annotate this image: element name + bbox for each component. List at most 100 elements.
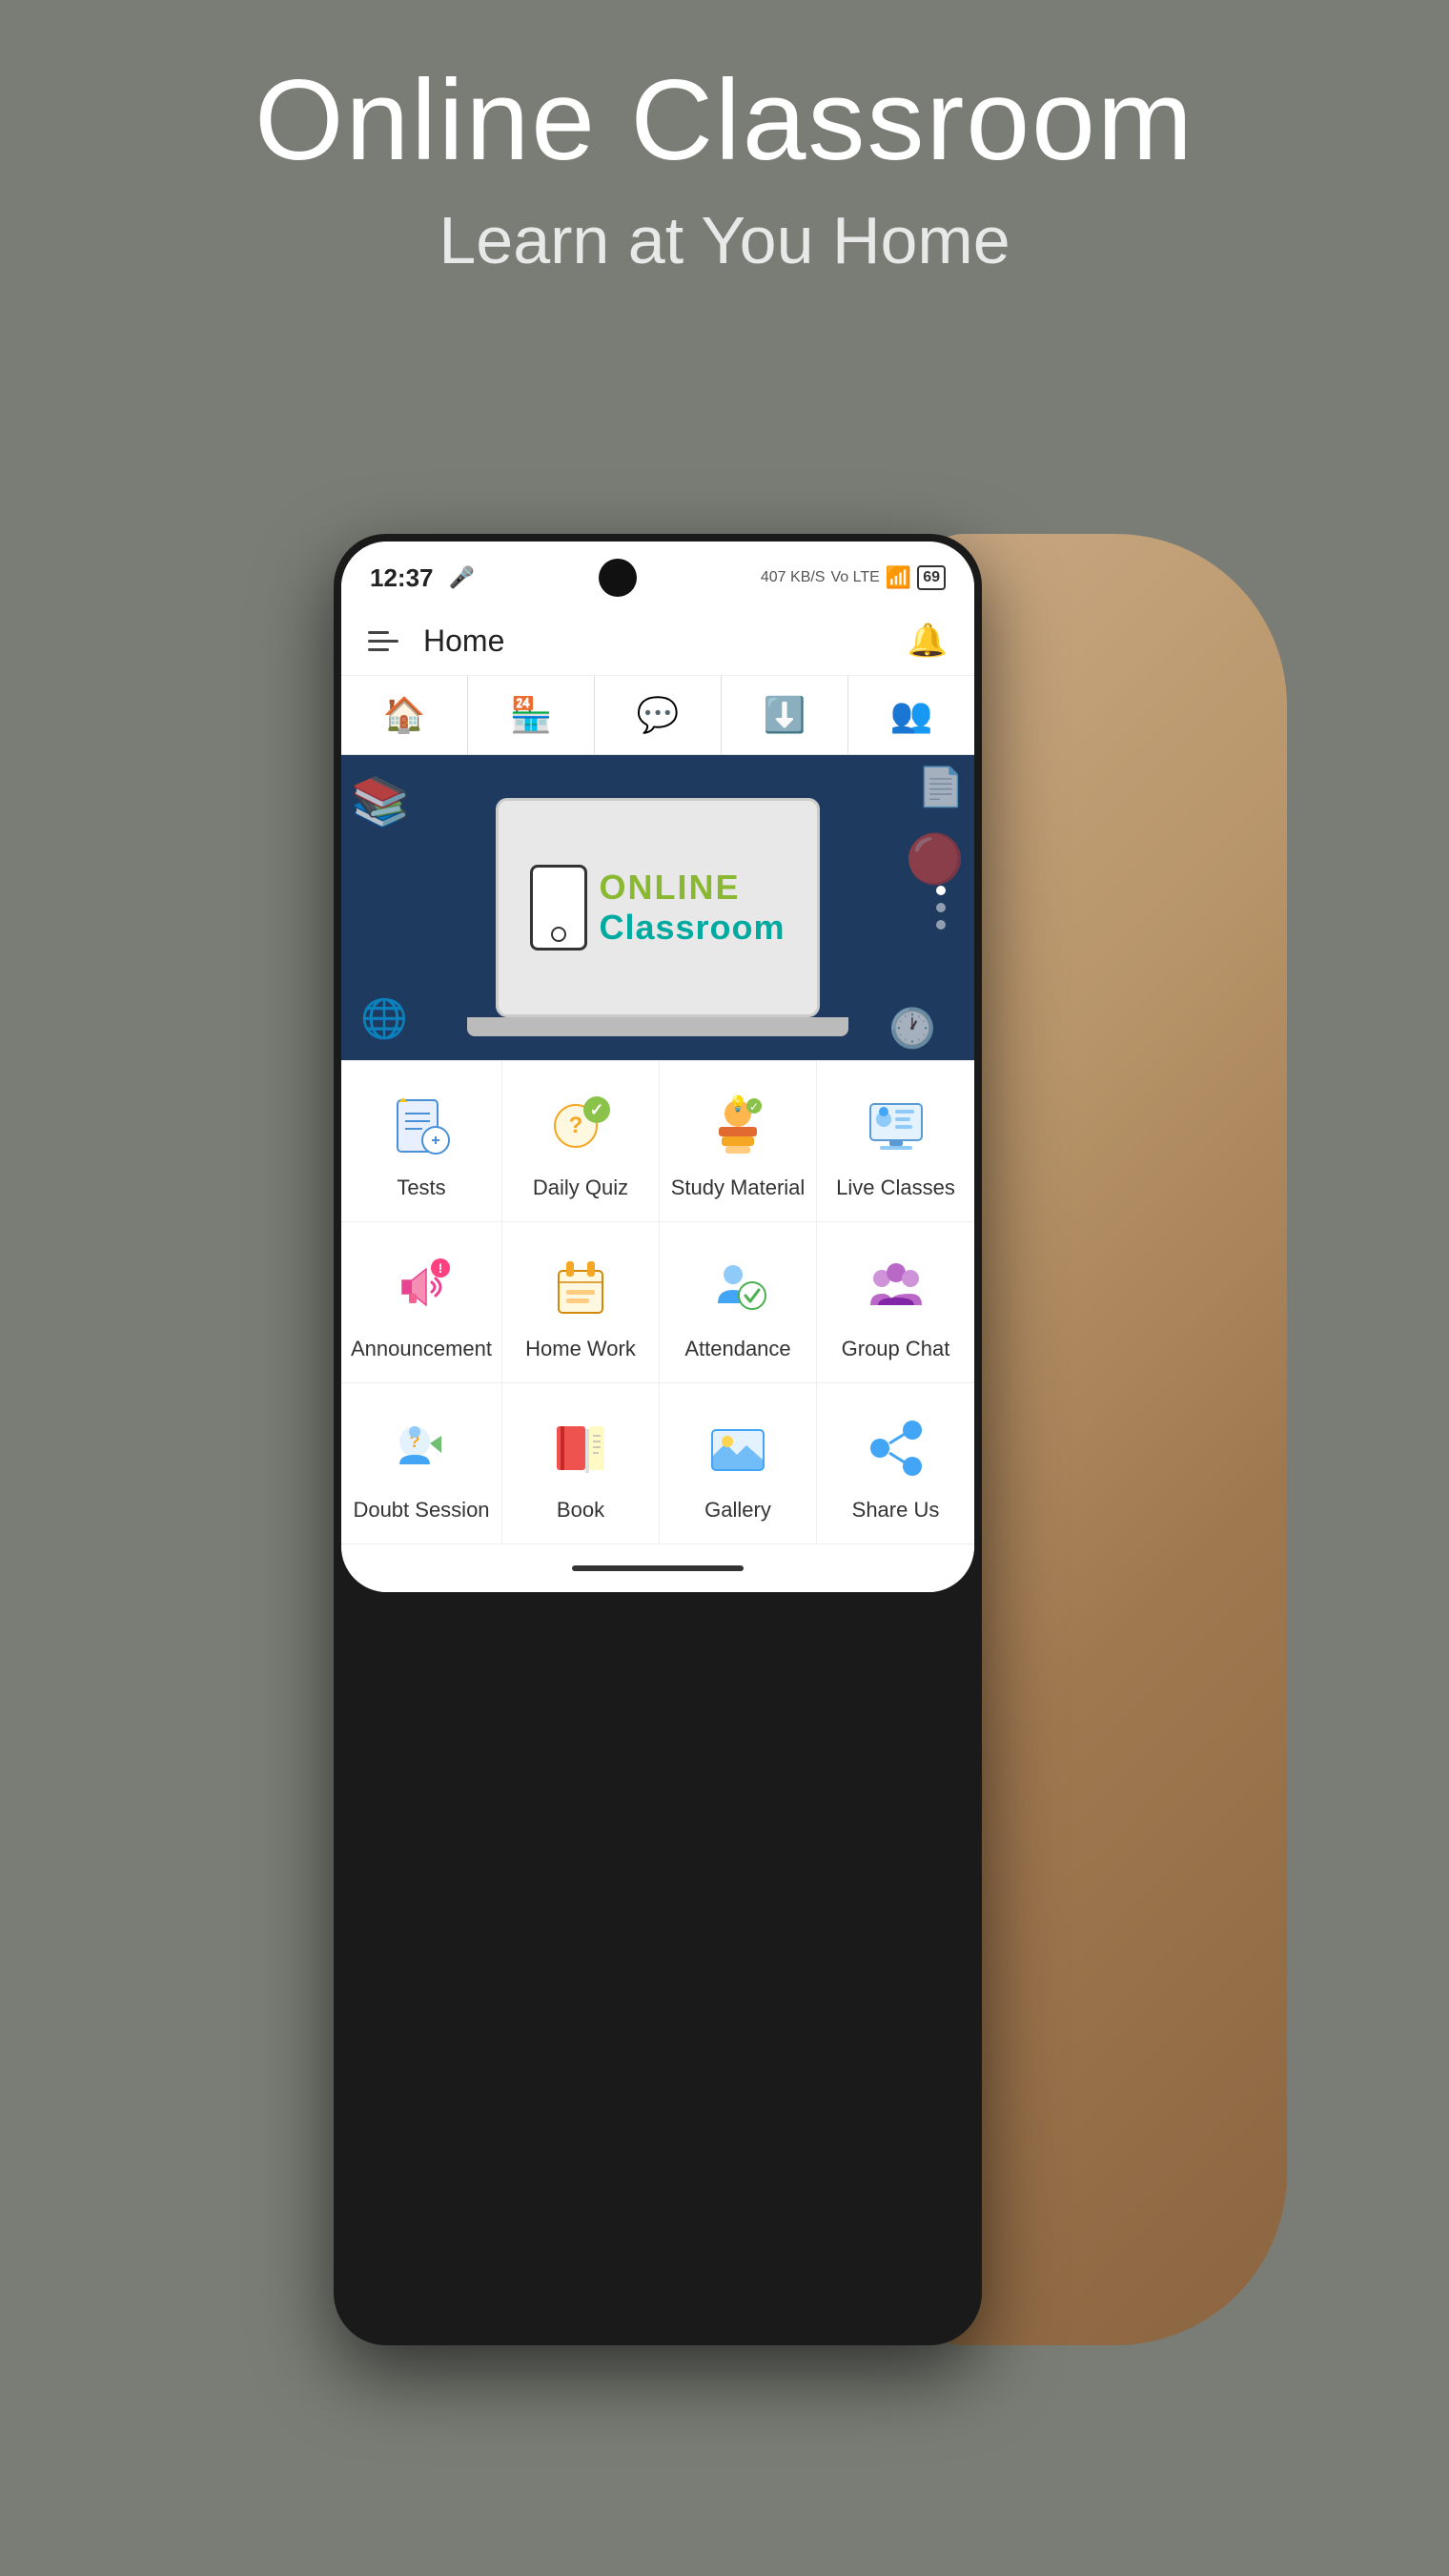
globe-decoration: 🌐 <box>360 996 408 1041</box>
menu-item-share-us[interactable]: Share Us <box>817 1383 974 1544</box>
daily-quiz-icon-area: ? ✓ <box>542 1088 619 1164</box>
share-us-icon <box>863 1415 929 1482</box>
hamburger-menu[interactable] <box>368 631 398 651</box>
hamburger-line-1 <box>368 631 389 634</box>
menu-item-gallery[interactable]: Gallery <box>660 1383 817 1544</box>
share-us-label: Share Us <box>852 1498 940 1523</box>
menu-item-doubt-session[interactable]: ? Doubt Session <box>341 1383 502 1544</box>
hamburger-line-2 <box>368 640 398 643</box>
menu-grid: Tests ? ✓ Daily Quiz <box>341 1060 974 1544</box>
doubt-session-icon: ? <box>388 1415 455 1482</box>
hero-banner: 📚 🌐 📄 🔴 🕐 ONLINE Classroom <box>341 755 974 1060</box>
group-chat-icon <box>863 1254 929 1320</box>
clock-decoration: 🕐 <box>888 1006 936 1051</box>
announcement-icon: ! <box>388 1254 455 1320</box>
top-text-area: Online Classroom Learn at You Home <box>0 57 1449 278</box>
shop-tab-icon: 🏪 <box>510 695 553 735</box>
menu-item-announcement[interactable]: ! Announcement <box>341 1222 502 1383</box>
status-bar: 12:37 🎤 407 KB/S Vo LTE 📶 69 <box>341 542 974 606</box>
gallery-label: Gallery <box>704 1498 771 1523</box>
tests-icon <box>388 1093 455 1159</box>
laptop-phone-graphic <box>530 865 587 951</box>
dot-1 <box>936 886 946 895</box>
notification-bell-icon[interactable]: 🔔 <box>908 622 948 660</box>
announcement-icon-area: ! <box>383 1249 459 1325</box>
svg-text:💡: 💡 <box>728 1094 747 1113</box>
battery-indicator: 69 <box>917 565 946 590</box>
main-title: Online Classroom <box>0 57 1449 183</box>
signal-icon: 📶 <box>886 565 911 590</box>
books-decoration: 📚 <box>351 774 410 830</box>
menu-item-study-material[interactable]: 💡 ✓ Study Material <box>660 1061 817 1222</box>
tab-profile[interactable]: 👥 <box>848 676 974 754</box>
book-icon-area <box>542 1410 619 1486</box>
svg-text:✓: ✓ <box>749 1100 759 1114</box>
announcement-label: Announcement <box>351 1337 492 1361</box>
bottom-nav-area <box>341 1544 974 1592</box>
svg-text:?: ? <box>569 1113 583 1138</box>
menu-item-tests[interactable]: Tests <box>341 1061 502 1222</box>
svg-text:!: ! <box>439 1260 443 1276</box>
dot-2 <box>936 903 946 912</box>
gallery-icon <box>704 1415 771 1482</box>
nav-title: Home <box>423 624 504 659</box>
menu-item-live-classes[interactable]: Live Classes <box>817 1061 974 1222</box>
menu-item-home-work[interactable]: Home Work <box>502 1222 660 1383</box>
attendance-label: Attendance <box>684 1337 790 1361</box>
profile-tab-icon: 👥 <box>890 695 933 735</box>
attendance-icon-area <box>700 1249 776 1325</box>
nav-left: Home <box>368 624 504 659</box>
network-speed: 407 KB/S <box>761 569 826 586</box>
share-us-icon-area <box>858 1410 934 1486</box>
book-label: Book <box>557 1498 604 1523</box>
dot-3 <box>936 920 946 930</box>
home-work-icon <box>547 1254 614 1320</box>
banner-laptop-wrapper: ONLINE Classroom <box>496 798 820 1017</box>
banner-text: ONLINE Classroom <box>599 868 785 948</box>
study-material-icon: 💡 ✓ <box>704 1093 771 1159</box>
menu-item-group-chat[interactable]: Group Chat <box>817 1222 974 1383</box>
live-classes-icon <box>863 1093 929 1159</box>
doubt-session-icon-area: ? <box>383 1410 459 1486</box>
mic-icon: 🎤 <box>449 565 475 590</box>
tab-row: 🏠 🏪 💬 ⬇️ 👥 <box>341 676 974 755</box>
menu-item-attendance[interactable]: Attendance <box>660 1222 817 1383</box>
home-work-label: Home Work <box>525 1337 636 1361</box>
phone-screen: 12:37 🎤 407 KB/S Vo LTE 📶 69 <box>341 542 974 1592</box>
live-classes-label: Live Classes <box>836 1176 955 1200</box>
tab-chat[interactable]: 💬 <box>595 676 722 754</box>
ball-decoration: 🔴 <box>906 831 965 888</box>
banner-online-text: ONLINE <box>599 868 785 908</box>
chat-tab-icon: 💬 <box>637 695 680 735</box>
gallery-icon-area <box>700 1410 776 1486</box>
daily-quiz-icon: ? ✓ <box>547 1093 614 1159</box>
daily-quiz-label: Daily Quiz <box>533 1176 628 1200</box>
tests-icon-area <box>383 1088 459 1164</box>
home-indicator <box>572 1565 744 1571</box>
book-right-decoration: 📄 <box>917 765 965 809</box>
status-right: 407 KB/S Vo LTE 📶 69 <box>761 565 946 590</box>
study-material-label: Study Material <box>671 1176 806 1200</box>
tab-home[interactable]: 🏠 <box>341 676 468 754</box>
svg-text:✓: ✓ <box>589 1100 603 1119</box>
phone-container: 12:37 🎤 407 KB/S Vo LTE 📶 69 <box>334 534 1115 2345</box>
banner-carousel-dots <box>936 886 946 930</box>
study-material-icon-area: 💡 ✓ <box>700 1088 776 1164</box>
banner-laptop: ONLINE Classroom <box>496 798 820 1017</box>
banner-classroom-text: Classroom <box>599 908 785 948</box>
download-tab-icon: ⬇️ <box>764 695 806 735</box>
app-navbar: Home 🔔 <box>341 606 974 676</box>
group-chat-icon-area <box>858 1249 934 1325</box>
tab-download[interactable]: ⬇️ <box>722 676 848 754</box>
attendance-icon <box>704 1254 771 1320</box>
doubt-session-label: Doubt Session <box>353 1498 489 1523</box>
laptop-base <box>467 1017 848 1036</box>
home-tab-icon: 🏠 <box>383 695 426 735</box>
phone-frame: 12:37 🎤 407 KB/S Vo LTE 📶 69 <box>334 534 982 2345</box>
menu-item-daily-quiz[interactable]: ? ✓ Daily Quiz <box>502 1061 660 1222</box>
live-classes-icon-area <box>858 1088 934 1164</box>
menu-item-book[interactable]: Book <box>502 1383 660 1544</box>
book-icon <box>547 1415 614 1482</box>
network-type: Vo LTE <box>830 569 879 586</box>
tab-shop[interactable]: 🏪 <box>468 676 595 754</box>
